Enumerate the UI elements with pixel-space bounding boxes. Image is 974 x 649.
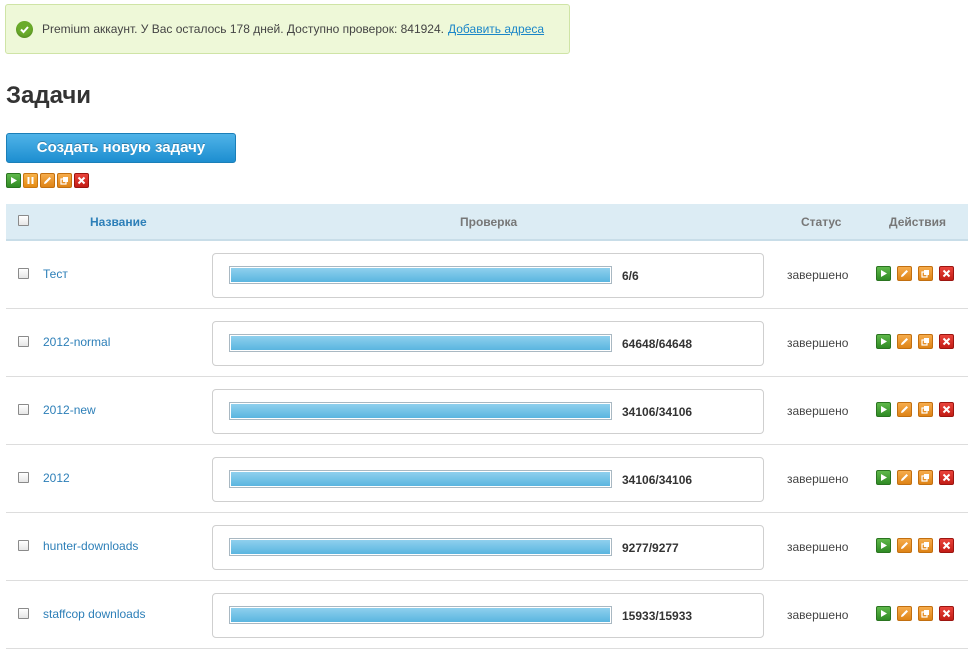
row-checkbox[interactable] xyxy=(18,540,29,551)
progress-count: 34106/34106 xyxy=(622,473,693,487)
copy-icon[interactable] xyxy=(918,402,933,417)
delete-icon[interactable] xyxy=(74,173,89,188)
progress-bar xyxy=(229,470,612,488)
play-icon[interactable] xyxy=(6,173,21,188)
progress-bar-fill xyxy=(231,608,610,622)
table-row: hunter-downloads 9277/9277 завершено xyxy=(6,513,968,581)
task-name-link[interactable]: staffcop downloads xyxy=(43,607,146,621)
column-header-name[interactable]: Название xyxy=(90,215,147,229)
copy-icon[interactable] xyxy=(918,266,933,281)
progress-bar xyxy=(229,402,612,420)
check-circle-icon xyxy=(16,20,33,38)
progress-bar xyxy=(229,538,612,556)
progress-box: 64648/64648 xyxy=(212,321,764,366)
copy-icon[interactable] xyxy=(918,606,933,621)
select-all-checkbox[interactable] xyxy=(18,215,29,226)
delete-icon[interactable] xyxy=(939,402,954,417)
progress-bar xyxy=(229,266,612,284)
progress-bar-fill xyxy=(231,472,610,486)
copy-icon[interactable] xyxy=(918,538,933,553)
table-row: Тест 6/6 завершено xyxy=(6,241,968,309)
progress-count: 6/6 xyxy=(622,269,639,283)
edit-icon[interactable] xyxy=(897,538,912,553)
account-notice: Premium аккаунт. У Вас осталось 178 дней… xyxy=(5,4,570,54)
progress-count: 34106/34106 xyxy=(622,405,693,419)
table-header: Название Проверка Статус Действия xyxy=(6,204,968,241)
delete-icon[interactable] xyxy=(939,334,954,349)
row-checkbox[interactable] xyxy=(18,336,29,347)
row-checkbox[interactable] xyxy=(18,404,29,415)
edit-icon[interactable] xyxy=(897,470,912,485)
status-text: завершено xyxy=(787,472,849,486)
column-header-status: Статус xyxy=(801,215,842,229)
row-checkbox[interactable] xyxy=(18,472,29,483)
copy-icon[interactable] xyxy=(57,173,72,188)
task-name-link[interactable]: 2012-normal xyxy=(43,335,110,349)
row-actions xyxy=(876,334,954,349)
progress-box: 34106/34106 xyxy=(212,457,764,502)
table-row: 2012-normal 64648/64648 завершено xyxy=(6,309,968,377)
task-name-link[interactable]: Тест xyxy=(43,267,68,281)
progress-count: 15933/15933 xyxy=(622,609,693,623)
notice-text: Premium аккаунт. У Вас осталось 178 дней… xyxy=(42,22,444,36)
row-actions xyxy=(876,402,954,417)
row-actions xyxy=(876,606,954,621)
pause-icon[interactable] xyxy=(23,173,38,188)
progress-bar-fill xyxy=(231,404,610,418)
delete-icon[interactable] xyxy=(939,538,954,553)
task-name-link[interactable]: hunter-downloads xyxy=(43,539,138,553)
delete-icon[interactable] xyxy=(939,606,954,621)
play-icon[interactable] xyxy=(876,266,891,281)
task-name-link[interactable]: 2012-new xyxy=(43,403,96,417)
status-text: завершено xyxy=(787,336,849,350)
status-text: завершено xyxy=(787,540,849,554)
progress-bar xyxy=(229,606,612,624)
play-icon[interactable] xyxy=(876,402,891,417)
progress-count: 64648/64648 xyxy=(622,337,693,351)
play-icon[interactable] xyxy=(876,538,891,553)
play-icon[interactable] xyxy=(876,470,891,485)
table-row: 2012 34106/34106 завершено xyxy=(6,445,968,513)
row-actions xyxy=(876,470,954,485)
row-actions xyxy=(876,538,954,553)
play-icon[interactable] xyxy=(876,334,891,349)
row-checkbox[interactable] xyxy=(18,608,29,619)
page-title: Задачи xyxy=(6,82,92,109)
progress-box: 15933/15933 xyxy=(212,593,764,638)
delete-icon[interactable] xyxy=(939,470,954,485)
edit-icon[interactable] xyxy=(40,173,55,188)
edit-icon[interactable] xyxy=(897,606,912,621)
status-text: завершено xyxy=(787,268,849,282)
bulk-actions-toolbar xyxy=(6,173,89,188)
progress-bar xyxy=(229,334,612,352)
progress-bar-fill xyxy=(231,336,610,350)
row-checkbox[interactable] xyxy=(18,268,29,279)
create-task-button[interactable]: Создать новую задачу xyxy=(6,133,236,163)
progress-box: 34106/34106 xyxy=(212,389,764,434)
table-row: staffcop downloads 15933/15933 завершено xyxy=(6,581,968,649)
play-icon[interactable] xyxy=(876,606,891,621)
add-addresses-link[interactable]: Добавить адреса xyxy=(448,22,544,36)
progress-count: 9277/9277 xyxy=(622,541,679,555)
column-header-actions: Действия xyxy=(889,215,947,229)
copy-icon[interactable] xyxy=(918,334,933,349)
row-actions xyxy=(876,266,954,281)
table-row: 2012-new 34106/34106 завершено xyxy=(6,377,968,445)
delete-icon[interactable] xyxy=(939,266,954,281)
status-text: завершено xyxy=(787,404,849,418)
edit-icon[interactable] xyxy=(897,402,912,417)
edit-icon[interactable] xyxy=(897,266,912,281)
copy-icon[interactable] xyxy=(918,470,933,485)
task-name-link[interactable]: 2012 xyxy=(43,471,70,485)
progress-bar-fill xyxy=(231,268,610,282)
edit-icon[interactable] xyxy=(897,334,912,349)
progress-box: 6/6 xyxy=(212,253,764,298)
progress-box: 9277/9277 xyxy=(212,525,764,570)
progress-bar-fill xyxy=(231,540,610,554)
column-header-check: Проверка xyxy=(460,215,518,229)
status-text: завершено xyxy=(787,608,849,622)
